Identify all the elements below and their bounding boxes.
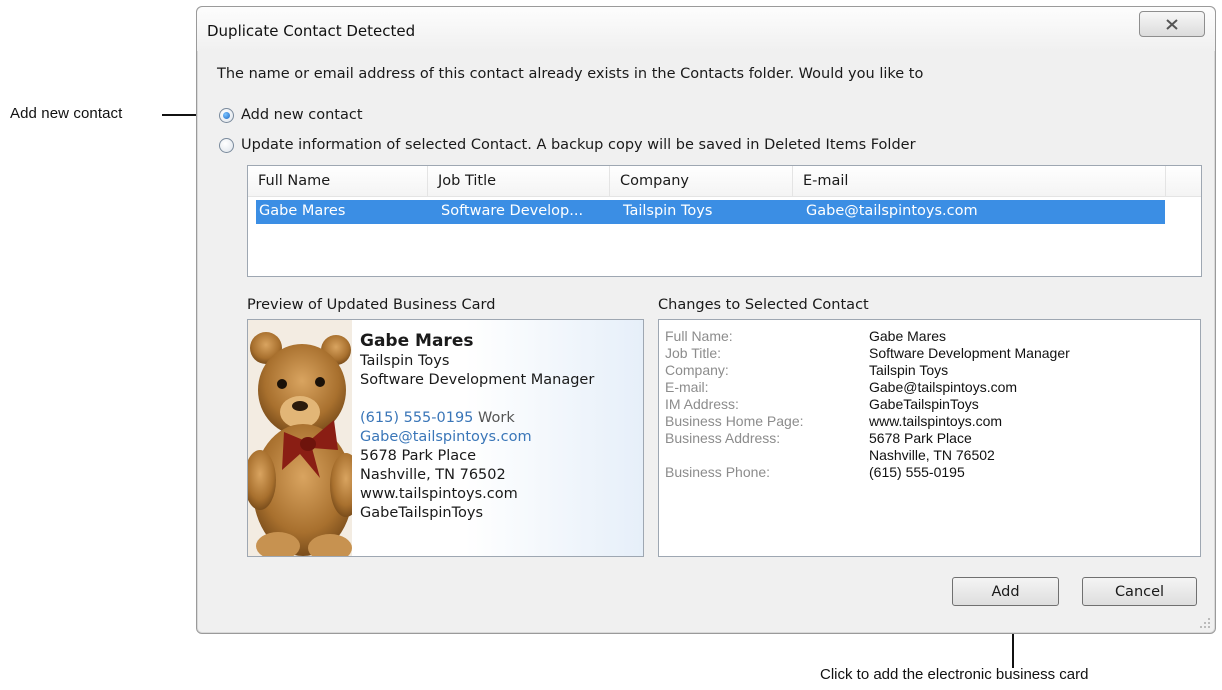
change-label: Business Home Page: [665, 413, 804, 429]
contact-list[interactable]: Full Name Job Title Company E-mail Gabe … [247, 165, 1202, 277]
add-button[interactable]: Add [952, 577, 1059, 606]
change-label: Job Title: [665, 345, 722, 361]
dialog-title: Duplicate Contact Detected [207, 22, 416, 40]
option-add-new-contact[interactable]: Add new contact [219, 107, 363, 123]
change-label: IM Address: [665, 396, 739, 412]
column-header-spacer [1166, 166, 1201, 196]
table-row[interactable]: Gabe Mares Software Develop... Tailspin … [256, 200, 1165, 224]
dialog-body: The name or email address of this contac… [197, 51, 1215, 633]
card-phone-line: (615) 555-0195 Work [360, 409, 594, 428]
option-update-contact[interactable]: Update information of selected Contact. … [219, 137, 916, 153]
list-header: Full Name Job Title Company E-mail [248, 166, 1201, 197]
change-value: (615) 555-0195 [869, 464, 965, 480]
column-header-job-title[interactable]: Job Title [428, 166, 610, 196]
change-label: Company: [665, 362, 729, 378]
close-icon [1166, 18, 1178, 30]
change-value: Software Development Manager [869, 345, 1070, 361]
close-button[interactable] [1139, 11, 1205, 37]
change-value: Tailspin Toys [869, 362, 949, 378]
radio-selected-icon[interactable] [219, 107, 234, 123]
change-value: Gabe@tailspintoys.com [869, 379, 1018, 395]
change-value: www.tailspintoys.com [869, 413, 1003, 429]
column-header-email[interactable]: E-mail [793, 166, 1166, 196]
teddy-bear-photo [248, 320, 352, 556]
cancel-button[interactable]: Cancel [1082, 577, 1197, 606]
cell-company: Tailspin Toys [623, 203, 713, 219]
cell-job-title: Software Develop... [441, 203, 584, 219]
cell-email: Gabe@tailspintoys.com [806, 203, 978, 219]
changes-panel: Full Name: Gabe Mares Job Title: Softwar… [658, 319, 1201, 557]
prompt-text: The name or email address of this contac… [217, 66, 924, 82]
card-name: Gabe Mares [360, 331, 474, 351]
duplicate-contact-dialog: Duplicate Contact Detected The name or e… [196, 6, 1216, 634]
changes-title: Changes to Selected Contact [658, 297, 869, 313]
column-header-company[interactable]: Company [610, 166, 793, 196]
callout-add-new-contact: Add new contact [10, 105, 123, 122]
change-value: GabeTailspinToys [869, 396, 979, 412]
change-value: 5678 Park Place [869, 430, 972, 446]
option-label: Add new contact [241, 107, 363, 123]
callout-add-business-card: Click to add the electronic business car… [820, 666, 1089, 683]
card-job-title: Software Development Manager [360, 372, 595, 388]
card-phone: (615) 555-0195 [360, 410, 474, 426]
card-phone-type: Work [478, 410, 515, 426]
change-label: Business Phone: [665, 464, 771, 480]
change-value: Gabe Mares [869, 328, 947, 344]
business-card-preview: Gabe Mares Tailspin Toys Software Develo… [247, 319, 644, 557]
title-bar: Duplicate Contact Detected [197, 7, 1215, 51]
card-im: GabeTailspinToys [360, 505, 484, 521]
card-web: www.tailspintoys.com [360, 486, 518, 502]
change-label: Full Name: [665, 328, 733, 344]
card-company: Tailspin Toys [360, 353, 450, 369]
change-label: E-mail: [665, 379, 709, 395]
card-email: Gabe@tailspintoys.com [360, 429, 532, 445]
cell-full-name: Gabe Mares [259, 203, 346, 219]
option-label: Update information of selected Contact. … [241, 137, 916, 153]
change-value: Nashville, TN 76502 [869, 447, 995, 463]
card-text: Gabe Mares Tailspin Toys Software Develo… [360, 330, 594, 523]
resize-grip-icon[interactable] [1199, 617, 1211, 629]
card-city: Nashville, TN 76502 [360, 467, 506, 483]
change-label: Business Address: [665, 430, 781, 446]
preview-title: Preview of Updated Business Card [247, 297, 496, 313]
radio-unselected-icon[interactable] [219, 137, 234, 153]
card-street: 5678 Park Place [360, 448, 477, 464]
column-header-full-name[interactable]: Full Name [248, 166, 428, 196]
